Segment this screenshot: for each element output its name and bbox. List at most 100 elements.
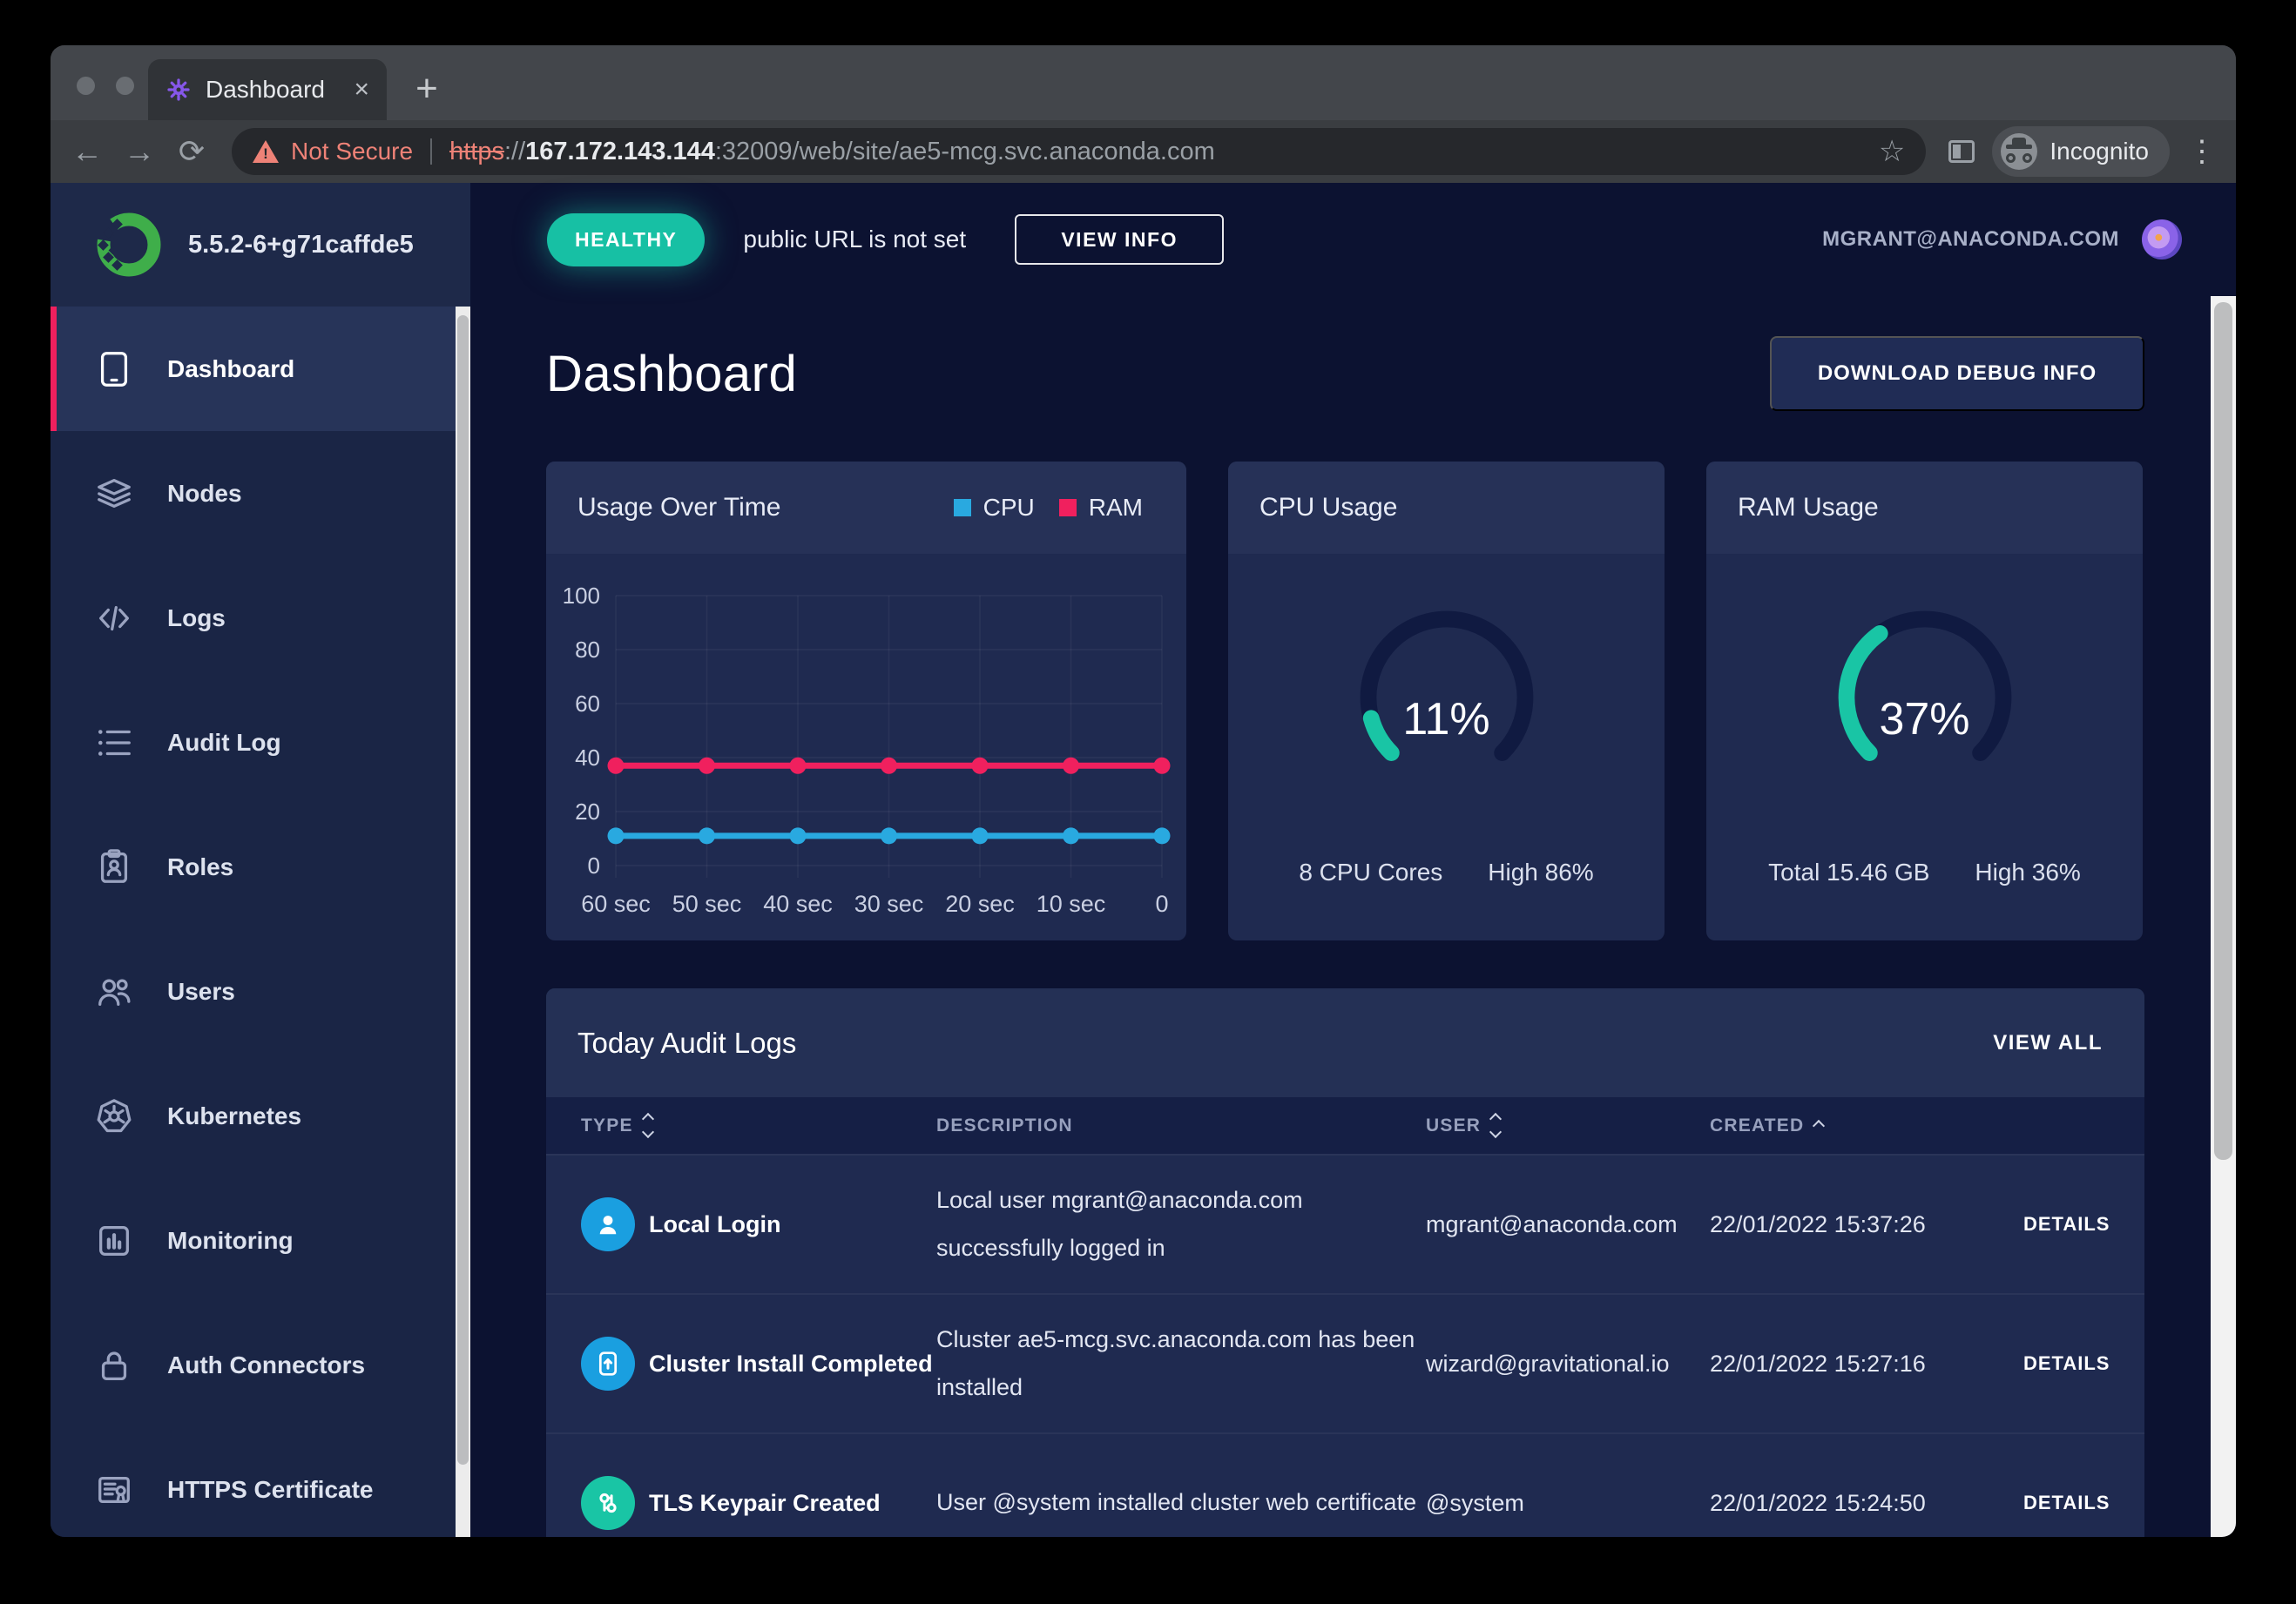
page-content: 5.5.2-6+g71caffde5 Dashboard Nodes Logs	[51, 183, 2236, 1537]
table-row: TLS Keypair Created User @system install…	[546, 1432, 2144, 1537]
sidebar-item-monitoring[interactable]: Monitoring	[51, 1178, 470, 1303]
audit-created: 22/01/2022 15:37:26	[1710, 1211, 2023, 1238]
sidebar-item-dashboard[interactable]: Dashboard	[51, 307, 470, 431]
browser-menu-icon[interactable]: ⋮	[2187, 134, 2217, 169]
traffic-light-close[interactable]	[77, 77, 95, 95]
url-bar[interactable]: ! Not Secure https://167.172.143.144:320…	[232, 128, 1926, 175]
cpu-gauge-value: 11%	[1228, 693, 1665, 745]
sidebar-item-label: HTTPS Certificate	[167, 1476, 374, 1504]
url-text: https://167.172.143.144:32009/web/site/a…	[449, 138, 1868, 166]
traffic-light-minimize[interactable]	[116, 77, 134, 95]
audit-type: Cluster Install Completed	[649, 1351, 936, 1378]
url-divider	[430, 138, 432, 165]
column-header-description[interactable]: DESCRIPTION	[936, 1115, 1426, 1136]
table-row: Local Login Local user mgrant@anaconda.c…	[546, 1154, 2144, 1293]
tab-dashboard[interactable]: Dashboard ×	[148, 59, 387, 120]
audit-table-header: TYPE DESCRIPTION USER CREATED	[546, 1097, 2144, 1154]
audit-user: wizard@gravitational.io	[1426, 1351, 1710, 1378]
side-panel-icon[interactable]	[1948, 140, 1975, 163]
audit-log-icon	[94, 723, 134, 763]
sidebar-item-logs[interactable]: Logs	[51, 556, 470, 680]
sidebar-item-auth-connectors[interactable]: Auth Connectors	[51, 1303, 470, 1427]
sidebar-item-audit-log[interactable]: Audit Log	[51, 680, 470, 805]
details-button[interactable]: DETAILS	[2023, 1352, 2110, 1374]
main-scrollbar-thumb[interactable]	[2214, 302, 2232, 1160]
svg-text:30 sec: 30 sec	[854, 891, 924, 917]
browser-toolbar: ← → ⟳ ! Not Secure https://167.172.143.1…	[51, 120, 2236, 183]
tab-close-icon[interactable]: ×	[354, 77, 369, 103]
sidebar-item-label: Kubernetes	[167, 1102, 301, 1130]
dashboard-scroll-area: Dashboard DOWNLOAD DEBUG INFO Usage Over…	[470, 296, 2236, 1537]
version-label: 5.5.2-6+g71caffde5	[188, 231, 414, 259]
audit-type: Local Login	[649, 1211, 936, 1238]
sidebar-scrollbar[interactable]	[456, 307, 470, 1537]
view-info-button[interactable]: VIEW INFO	[1015, 214, 1224, 265]
cpu-legend-swatch	[954, 499, 971, 516]
download-debug-info-button[interactable]: DOWNLOAD DEBUG INFO	[1770, 336, 2144, 411]
audit-created: 22/01/2022 15:27:16	[1710, 1351, 2023, 1378]
status-badge: HEALTHY	[547, 213, 705, 266]
audit-description: Cluster ae5-mcg.svc.anaconda.com has bee…	[936, 1316, 1420, 1412]
logs-icon	[94, 598, 134, 638]
main-scrollbar[interactable]	[2211, 296, 2236, 1537]
sidebar-item-https-certificate[interactable]: HTTPS Certificate	[51, 1427, 470, 1537]
column-header-type[interactable]: TYPE	[581, 1115, 936, 1136]
svg-text:40 sec: 40 sec	[763, 891, 833, 917]
not-secure-label: Not Secure	[291, 138, 413, 165]
sidebar-item-label: Logs	[167, 604, 226, 632]
sidebar-item-users[interactable]: Users	[51, 929, 470, 1054]
kubernetes-icon	[94, 1096, 134, 1136]
incognito-icon	[2001, 133, 2037, 170]
ram-usage-card: RAM Usage 37% Total 15.46 GB High 36%	[1706, 462, 2143, 940]
url-scheme: https	[449, 138, 504, 165]
audit-description: Local user mgrant@anaconda.com successfu…	[936, 1176, 1420, 1273]
sidebar-item-roles[interactable]: Roles	[51, 805, 470, 929]
url-separator: ://	[504, 138, 525, 165]
svg-text:60: 60	[575, 691, 600, 717]
sidebar-item-label: Auth Connectors	[167, 1351, 365, 1379]
lock-icon	[94, 1345, 134, 1385]
sort-asc-icon[interactable]	[1814, 1122, 1823, 1130]
gear-favicon-icon	[165, 77, 192, 103]
logo-block: 5.5.2-6+g71caffde5	[51, 183, 470, 307]
svg-text:0: 0	[1155, 891, 1168, 917]
sidebar-item-label: Dashboard	[167, 355, 294, 383]
ram-total-label: Total 15.46 GB	[1768, 859, 1929, 886]
usage-card-title: Usage Over Time	[577, 493, 780, 522]
sort-icon[interactable]	[644, 1115, 652, 1136]
sidebar-item-kubernetes[interactable]: Kubernetes	[51, 1054, 470, 1178]
new-tab-button[interactable]: +	[402, 64, 451, 113]
view-all-link[interactable]: VIEW ALL	[1993, 1031, 2103, 1055]
topbar-user[interactable]: MGRANT@ANACONDA.COM	[1822, 219, 2182, 259]
back-icon[interactable]: ←	[70, 136, 105, 167]
bookmark-star-icon[interactable]: ☆	[1879, 134, 1905, 169]
ram-gauge-value: 37%	[1706, 693, 2143, 745]
sidebar-scrollbar-thumb[interactable]	[457, 315, 469, 1465]
column-header-user[interactable]: USER	[1426, 1115, 1710, 1136]
details-button[interactable]: DETAILS	[2023, 1213, 2110, 1235]
tab-title: Dashboard	[206, 76, 340, 104]
reload-icon[interactable]: ⟳	[174, 136, 209, 167]
svg-text:20: 20	[575, 799, 600, 825]
page-title: Dashboard	[546, 345, 797, 403]
details-button[interactable]: DETAILS	[2023, 1492, 2110, 1513]
svg-text:50 sec: 50 sec	[672, 891, 742, 917]
cpu-card-title: CPU Usage	[1259, 493, 1397, 522]
column-header-created[interactable]: CREATED	[1710, 1115, 2096, 1136]
sidebar-item-label: Monitoring	[167, 1227, 294, 1255]
cpu-high-label: High 86%	[1488, 859, 1593, 886]
url-path: :32009/web/site/ae5-mcg.svc.anaconda.com	[715, 138, 1215, 165]
url-host: 167.172.143.144	[525, 138, 715, 165]
keys-icon	[581, 1476, 635, 1530]
svg-text:100: 100	[563, 583, 600, 609]
warning-icon: !	[253, 140, 279, 163]
cluster-topbar: HEALTHY public URL is not set VIEW INFO …	[470, 183, 2236, 296]
sort-icon[interactable]	[1491, 1115, 1500, 1136]
avatar[interactable]	[2142, 219, 2182, 259]
main-area: HEALTHY public URL is not set VIEW INFO …	[470, 183, 2236, 1537]
sidebar-item-nodes[interactable]: Nodes	[51, 431, 470, 556]
cpu-cores-label: 8 CPU Cores	[1299, 859, 1442, 886]
forward-icon[interactable]: →	[122, 136, 157, 167]
nodes-icon	[94, 474, 134, 514]
user-email-label: MGRANT@ANACONDA.COM	[1822, 227, 2119, 252]
